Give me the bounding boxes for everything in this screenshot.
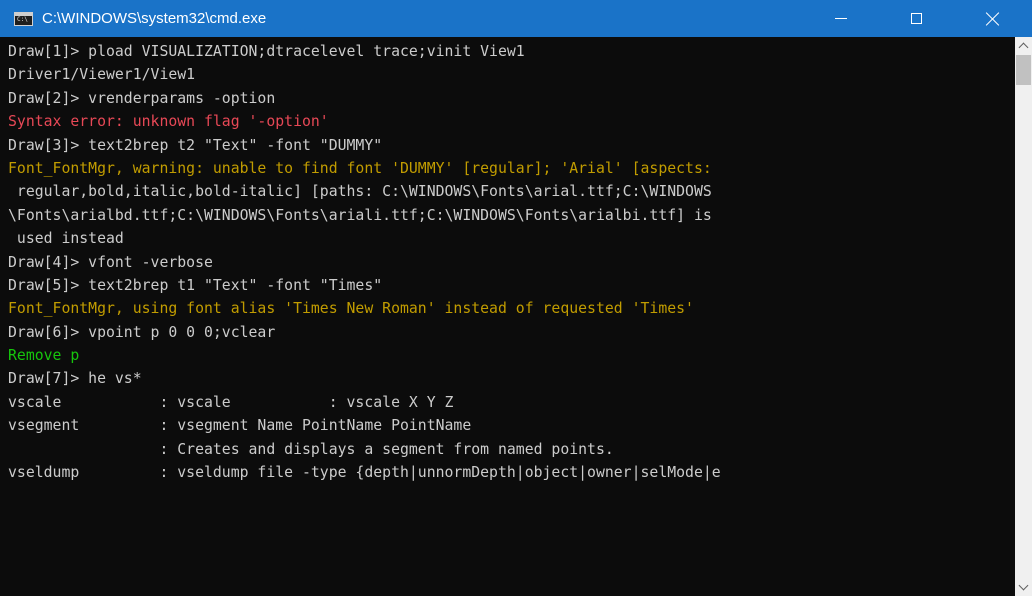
cmd-app-icon[interactable]: C:\: [14, 12, 33, 26]
console-line: Draw[1]> pload VISUALIZATION;dtracelevel…: [8, 43, 525, 60]
console-line: Draw[7]> he vs*: [8, 370, 142, 388]
console-line: vseldump : vseldump file -type {depth|un…: [8, 464, 721, 482]
scroll-down-button[interactable]: [1015, 579, 1032, 596]
console-line: : Creates and displays a segment from na…: [8, 440, 614, 458]
icon-glyph: C:\: [17, 16, 28, 23]
console-line: Driver1/Viewer1/View1: [8, 66, 196, 84]
minimize-icon: [835, 18, 847, 19]
console-output[interactable]: Draw[1]> pload VISUALIZATION;dtracelevel…: [8, 37, 1015, 596]
chevron-up-icon: [1018, 42, 1029, 53]
console-line: Draw[3]> text2brep t2 "Text" -font "DUMM…: [8, 136, 383, 154]
console-line: Draw[6]> vpoint p 0 0 0;vclear: [8, 323, 276, 341]
title-bar[interactable]: C:\ C:\WINDOWS\system32\cmd.exe: [0, 0, 1032, 37]
console-line: Remove p: [8, 347, 80, 365]
console-line: used instead: [8, 230, 124, 248]
console-line: Syntax error: unknown flag '-option': [8, 113, 329, 131]
console-line: Draw[4]> vfont -verbose: [8, 253, 213, 271]
console-line: vscale : vscale : vscale X Y Z: [8, 393, 454, 411]
close-icon: [986, 12, 1000, 26]
console-line: \Fonts\arialbd.ttf;C:\WINDOWS\Fonts\aria…: [8, 206, 712, 224]
chevron-down-icon: [1018, 580, 1029, 591]
console-line: Draw[5]> text2brep t1 "Text" -font "Time…: [8, 276, 383, 294]
scroll-thumb[interactable]: [1016, 55, 1031, 85]
maximize-button[interactable]: [893, 0, 939, 37]
console-line: Font_FontMgr, using font alias 'Times Ne…: [8, 300, 694, 318]
console-line: Draw[2]> vrenderparams -option: [8, 89, 276, 107]
maximize-icon: [910, 13, 922, 24]
minimize-button[interactable]: [818, 0, 864, 37]
scroll-up-button[interactable]: [1015, 37, 1032, 54]
cmd-window: C:\ C:\WINDOWS\system32\cmd.exe Draw[1]>…: [0, 0, 1032, 596]
console-line: Font_FontMgr, warning: unable to find fo…: [8, 159, 712, 177]
vertical-scrollbar[interactable]: [1015, 37, 1032, 596]
console-line: regular,bold,italic,bold-italic] [paths:…: [8, 183, 712, 201]
window-title: C:\WINDOWS\system32\cmd.exe: [42, 10, 267, 27]
close-button[interactable]: [970, 0, 1016, 37]
console-line: vsegment : vsegment Name PointName Point…: [8, 417, 472, 435]
